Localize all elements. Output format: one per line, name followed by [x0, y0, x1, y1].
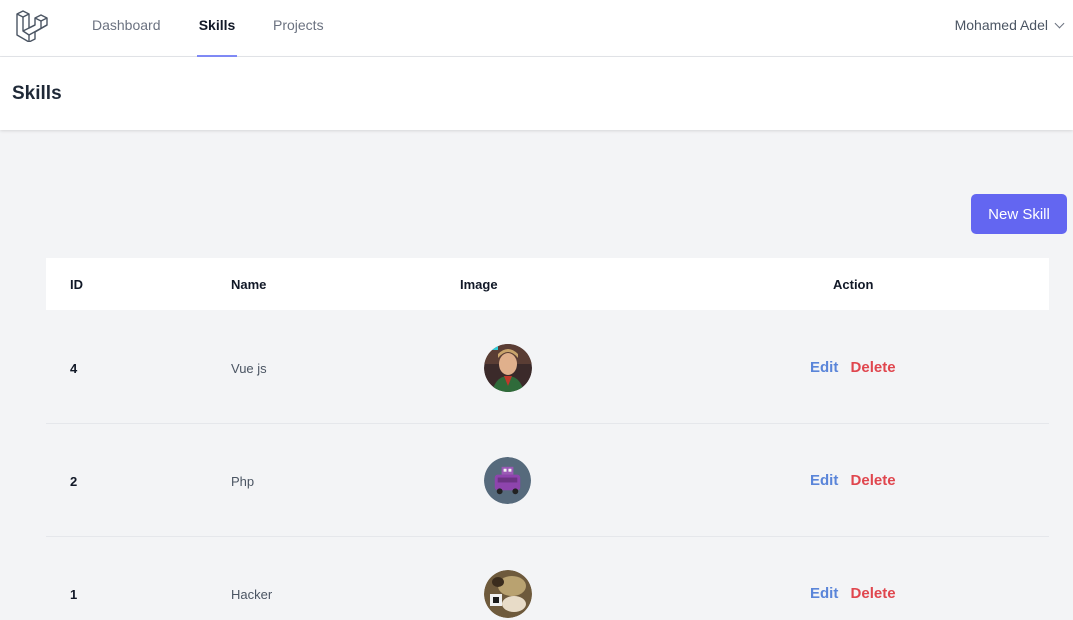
photo-avatar	[484, 570, 532, 618]
skill-id: 2	[70, 474, 78, 489]
delete-link[interactable]: Delete	[851, 472, 896, 489]
skill-id: 1	[70, 587, 78, 602]
skill-name: Php	[231, 474, 255, 489]
laravel-logo-icon[interactable]	[14, 8, 48, 42]
nav-skills-link[interactable]: Skills	[197, 0, 237, 57]
table-row: 1 Hacker Edit Delete	[46, 537, 1049, 620]
new-skill-button[interactable]: New Skill	[971, 194, 1067, 234]
row-actions: Edit Delete	[810, 472, 896, 489]
nav-projects-link[interactable]: Projects	[273, 0, 324, 57]
page-header: Skills	[0, 57, 1073, 130]
top-navbar: Dashboard Skills Projects Mohamed Adel	[0, 0, 1073, 57]
table-header: ID Name Image Action	[46, 258, 1049, 310]
user-name: Mohamed Adel	[954, 17, 1048, 33]
user-menu-dropdown[interactable]: Mohamed Adel	[954, 0, 1065, 50]
purple-bus-avatar	[484, 457, 531, 504]
nav-skills-label: Skills	[198, 17, 236, 33]
edit-link[interactable]: Edit	[810, 585, 838, 602]
chevron-down-icon	[1054, 18, 1065, 28]
edit-link[interactable]: Edit	[810, 472, 838, 489]
column-header-id: ID	[70, 277, 83, 292]
nav-dashboard-link[interactable]: Dashboard	[92, 0, 161, 57]
column-header-action: Action	[833, 277, 874, 292]
delete-link[interactable]: Delete	[851, 359, 896, 376]
row-actions: Edit Delete	[810, 585, 896, 602]
column-header-name: Name	[231, 277, 267, 292]
row-actions: Edit Delete	[810, 359, 896, 376]
skill-name: Vue js	[231, 361, 267, 376]
edit-link[interactable]: Edit	[810, 359, 838, 376]
page-title: Skills	[12, 83, 62, 104]
skill-name: Hacker	[231, 587, 273, 602]
skill-id: 4	[70, 361, 78, 376]
person-avatar	[484, 344, 532, 392]
delete-link[interactable]: Delete	[851, 585, 896, 602]
column-header-image: Image	[460, 277, 498, 292]
table-row: 4 Vue js Edit Delete	[46, 311, 1049, 424]
table-row: 2 Php Edit Delete	[46, 424, 1049, 537]
